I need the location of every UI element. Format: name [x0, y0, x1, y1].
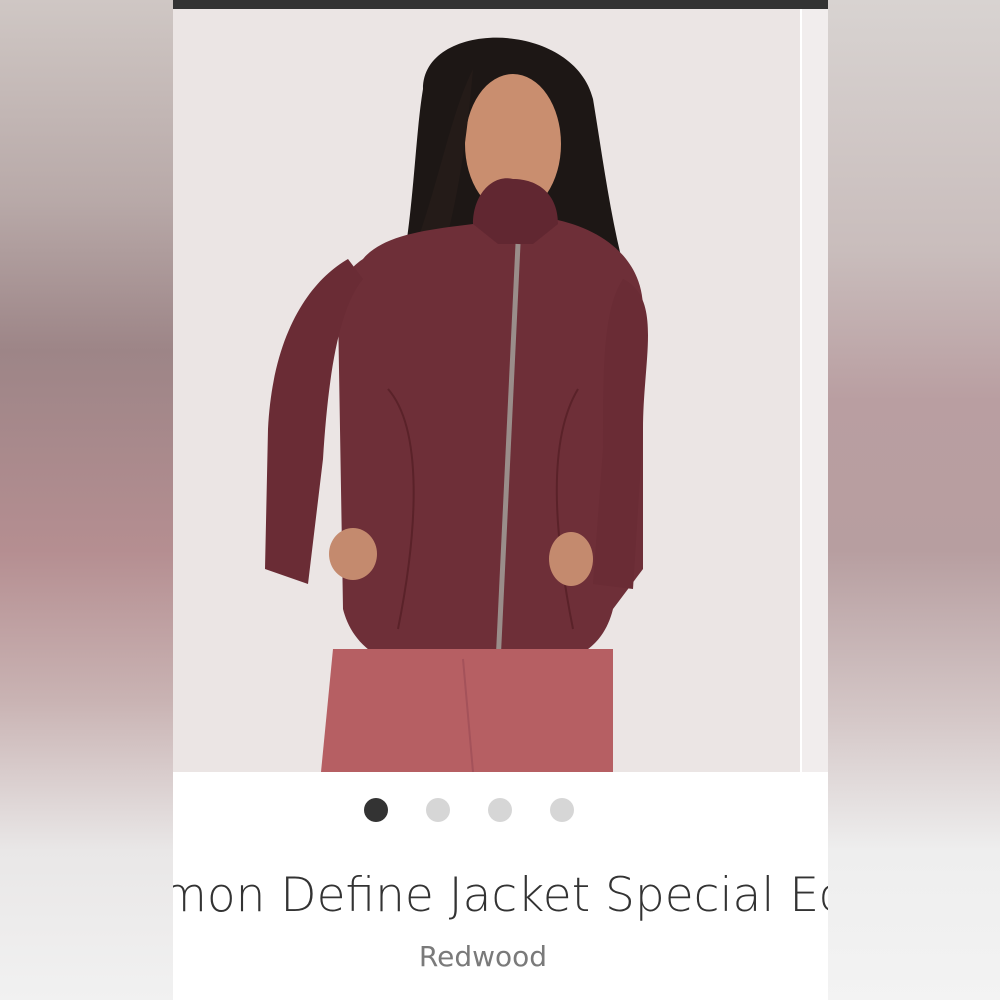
carousel-pagination [173, 798, 796, 824]
top-bar [173, 0, 828, 9]
screenshot-frame: mon Define Jacket Special Ec Redwood [0, 0, 1000, 1000]
blurred-background-right [828, 0, 1000, 1000]
carousel-dot-4[interactable] [549, 798, 574, 822]
carousel-dot-1[interactable] [363, 798, 388, 822]
blurred-background-left [0, 0, 173, 1000]
product-color-name: Redwood [418, 940, 548, 973]
next-image-peek[interactable] [800, 9, 828, 772]
carousel-dot-2[interactable] [425, 798, 450, 822]
product-page: mon Define Jacket Special Ec Redwood [173, 0, 828, 1000]
product-image-carousel[interactable] [173, 9, 828, 772]
product-photo [173, 9, 801, 772]
carousel-dot-3[interactable] [487, 798, 512, 822]
product-title: mon Define Jacket Special Ec [173, 868, 828, 923]
